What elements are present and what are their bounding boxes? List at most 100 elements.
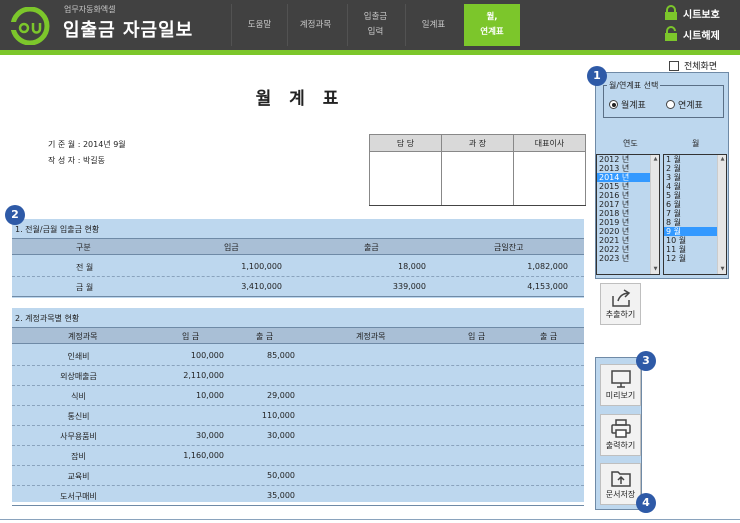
header-balance: 금일잔고 [494,243,524,252]
fullscreen-checkbox[interactable] [669,60,679,71]
sheet-unprotect-button[interactable]: 시트해제 [663,24,737,44]
row-withdrawal: 50,000 [267,471,295,480]
save-document-button[interactable]: 문서저장 [600,463,641,505]
scroll-up-icon[interactable]: ▲ [652,156,659,163]
row-deposit: 3,410,000 [241,282,282,291]
fullscreen-toggle[interactable]: 전체화면 [669,59,717,72]
row-deposit: 10,000 [196,391,224,400]
preview-label: 미리보기 [605,391,636,400]
row-withdrawal: 35,000 [267,491,295,500]
row-deposit: 1,100,000 [241,262,282,271]
step-badge-1: 1 [587,66,607,86]
approval-sign-staff [369,151,442,206]
author: 작 성 자 : 박길동 [48,156,106,165]
step-badge-4: 4 [636,493,656,513]
extract-button[interactable]: 추출하기 [600,283,641,325]
extract-label: 추출하기 [605,310,636,319]
approval-sign-manager [441,151,514,206]
table-row: 외상매출금 2,110,000 [12,366,584,386]
menu-monthly-yearly-report[interactable]: 월, 연계표 [464,4,520,46]
app-title: 입출금 자금일보 [63,20,194,41]
scroll-down-icon[interactable]: ▼ [652,266,659,273]
row-deposit: 1,160,000 [183,451,224,460]
monthly-radio-dot[interactable] [609,100,618,109]
row-account: 사무용품비 [60,432,97,441]
yearly-radio[interactable]: 연계표 [666,98,703,111]
monitor-icon [610,370,631,388]
row-balance: 4,153,000 [527,282,568,291]
row-account: 잡비 [71,452,86,461]
header-category: 구분 [76,243,91,252]
header-account-2: 계정과목 [356,332,386,341]
monthly-summary-section: 1. 전월/금월 입출금 현황 구분 입금 출금 금일잔고 전 월 1,100,… [12,219,584,298]
table-row: 잡비 1,160,000 [12,446,584,466]
section2-header-row: 계정과목 입 금 출 금 계정과목 입 금 출 금 [12,327,584,344]
sheet-unprotect-label: 시트해제 [683,30,720,42]
yearly-radio-label: 연계표 [678,101,703,111]
unlock-icon [665,26,677,41]
row-withdrawal: 339,000 [392,282,426,291]
base-month: 기 준 월 : 2014년 9월 [48,140,126,149]
monthly-radio-label: 월계표 [621,101,646,111]
table-row: 사무용품비 30,000 30,000 [12,426,584,446]
export-icon [611,289,630,307]
menu-accounts[interactable]: 계정과목 [287,4,343,46]
row-account: 도서구매비 [60,492,97,501]
row-account: 외상매출금 [60,372,97,381]
year-list-head: 연도 [623,139,638,148]
lock-icon [665,5,677,20]
section1-label: 1. 전월/금월 입출금 현황 [15,225,100,234]
scroll-up-icon[interactable]: ▲ [719,156,726,163]
table-row: 식비 10,000 29,000 [12,386,584,406]
section2-label: 2. 계정과목별 현황 [15,314,80,323]
row-category: 금 월 [76,283,94,292]
scroll-down-icon[interactable]: ▼ [719,266,726,273]
row-deposit: 2,110,000 [183,371,224,380]
month-list-head: 월 [692,139,700,148]
logo-icon [6,7,50,45]
year-scrollbar[interactable]: ▲ ▼ [650,155,659,274]
approval-table: 담 당 과 장 대표이사 [369,134,586,206]
menu-daily-report[interactable]: 일계표 [405,4,461,46]
row-account: 식비 [71,392,86,401]
row-withdrawal: 85,000 [267,351,295,360]
bottom-border [0,519,740,520]
fullscreen-label: 전체화면 [684,62,718,72]
header-account: 계정과목 [68,332,98,341]
row-category: 전 월 [76,263,94,272]
yearly-radio-dot[interactable] [666,100,675,109]
year-listbox[interactable]: 2012 년 2013 년 2014 년 2015 년 2016 년 2017 년 2018… [596,154,660,275]
monthly-radio[interactable]: 월계표 [609,98,646,111]
row-account: 교육비 [67,472,90,481]
folder-upload-icon [610,471,631,487]
menu-deposit-withdrawal-input[interactable]: 입출금 입력 [347,4,403,46]
page-title: 월 계 표 [255,89,345,109]
row-withdrawal: 29,000 [267,391,295,400]
sheet-protect-label: 시트보호 [683,9,720,21]
month-scrollbar[interactable]: ▲ ▼ [717,155,726,274]
table-row: 전 월 1,100,000 18,000 1,082,000 [12,257,584,277]
menu-help[interactable]: 도움말 [231,4,287,46]
header-withdrawal-2: 출 금 [540,332,558,341]
approval-head-manager: 과 장 [441,134,514,152]
step-badge-3: 3 [636,351,656,371]
printer-icon [610,419,631,438]
table-row: 금 월 3,410,000 339,000 4,153,000 [12,277,584,297]
row-account: 통신비 [67,412,90,421]
table-row: 도서구매비 35,000 [12,486,584,506]
row-deposit: 100,000 [190,351,224,360]
section1-header-row: 구분 입금 출금 금일잔고 [12,238,584,255]
header-deposit: 입 금 [182,332,200,341]
row-withdrawal: 110,000 [261,411,295,420]
header-deposit-2: 입 금 [468,332,486,341]
row-balance: 1,082,000 [527,262,568,271]
print-button[interactable]: 출력하기 [600,414,641,456]
row-account: 인쇄비 [67,352,90,361]
sheet-protect-button[interactable]: 시트보호 [663,3,737,23]
header-accent-strip [0,50,740,55]
month-listbox[interactable]: 1 월2 월3 월4 월5 월6 월7 월8 월9 월 10 월 11 월 12 월 … [663,154,727,275]
row-withdrawal: 18,000 [398,262,426,271]
print-label: 출력하기 [605,441,636,450]
table-row: 인쇄비 100,000 85,000 [12,346,584,366]
preview-button[interactable]: 미리보기 [600,364,641,406]
